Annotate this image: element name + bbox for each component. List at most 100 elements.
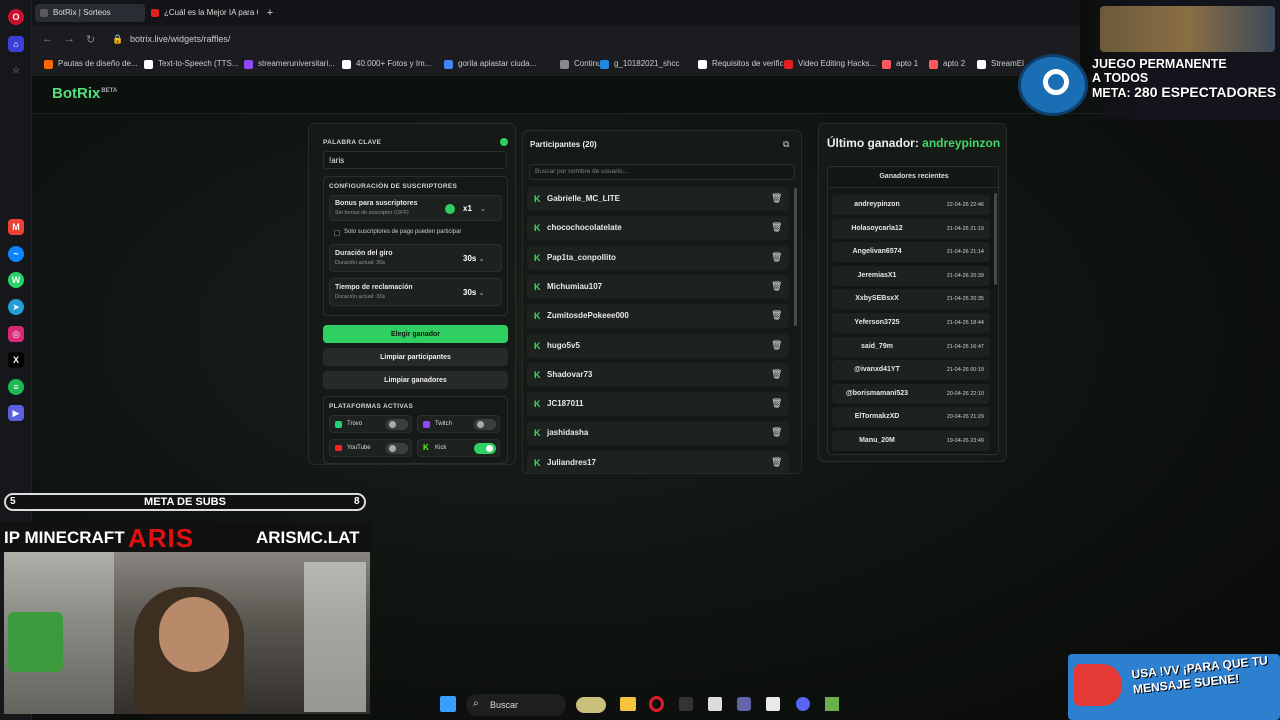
taskbar-search[interactable]: ⌕ Buscar — [466, 694, 566, 716]
bookmark-favicon-icon — [784, 60, 793, 69]
folder-icon[interactable] — [620, 697, 636, 711]
widget-icon[interactable] — [576, 697, 606, 713]
star-icon[interactable]: ☆ — [8, 62, 24, 78]
trash-icon[interactable]: 🗑 — [771, 428, 782, 437]
trash-icon[interactable]: 🗑 — [771, 252, 782, 262]
trash-icon[interactable]: 🗑 — [771, 369, 782, 379]
participant-name: Gabrielle_MC_LITE — [547, 194, 620, 203]
x-icon[interactable]: X — [8, 352, 24, 368]
gmail-icon[interactable]: M — [8, 219, 24, 235]
discord-icon[interactable] — [796, 697, 810, 711]
platform-kick: K Kick — [417, 439, 500, 457]
teams-icon[interactable] — [737, 697, 751, 711]
bookmark-item[interactable]: Text-to-Speech (TTS... — [144, 59, 238, 71]
recent-winners-box: Ganadores recientes andreypinzon 22-04-26… — [827, 166, 1000, 455]
bookmark-item[interactable]: g_10182021_shcc — [600, 59, 679, 71]
ip-banner: IP MINECRAFT ARIS ARISMC.LAT — [0, 522, 372, 553]
bookmark-favicon-icon — [929, 60, 938, 69]
chevron-down-icon: ⌄ — [478, 256, 485, 263]
platform-name: Kick — [435, 445, 447, 451]
claim-select[interactable]: 30s ⌄ — [463, 288, 484, 297]
app-icon[interactable] — [708, 697, 722, 711]
bookmark-favicon-icon — [144, 60, 153, 69]
recent-winner-row: @ivanxd41YT 21-04-26 00:19 — [832, 360, 990, 381]
bookmark-item[interactable]: gorila aplastar ciuda... — [444, 59, 536, 71]
keyword-input[interactable]: !aris — [323, 151, 507, 169]
scrollbar[interactable] — [994, 193, 997, 285]
window-light — [304, 562, 366, 712]
tab-botrix[interactable]: BotRix | Sorteos — [35, 4, 145, 22]
telegram-icon[interactable]: ➤ — [8, 299, 24, 315]
recent-winners-list: andreypinzon 22-04-26 22:46 Holasoycarla12… — [828, 189, 1000, 453]
clear-winners-button[interactable]: Limpiar ganadores — [323, 371, 508, 389]
trash-icon[interactable]: 🗑 — [771, 340, 782, 350]
home-icon[interactable]: ⌂ — [8, 36, 24, 52]
winner-name: XxbySEBsxX — [855, 295, 899, 303]
messenger-icon[interactable]: ~ — [8, 246, 24, 262]
paid-only-label: Solo suscriptores de pago pueden partici… — [344, 229, 462, 235]
youtube-toggle[interactable] — [386, 443, 408, 454]
bookmark-item[interactable]: streameruniversitari... — [244, 59, 335, 71]
windows-start-icon[interactable] — [440, 696, 456, 712]
instagram-icon[interactable]: ◎ — [8, 326, 24, 342]
url-input[interactable]: botrix.live/widgets/raffles/ — [130, 34, 230, 44]
store-icon[interactable] — [766, 697, 780, 711]
recent-winner-row: Manu_20M 19-04-26 23:49 — [832, 431, 990, 451]
megaphone-icon — [1074, 664, 1122, 706]
bookmark-item[interactable]: Video Editing Hacks... — [784, 59, 876, 71]
player-icon[interactable]: ▶ — [8, 405, 24, 421]
pick-winner-button[interactable]: Elegir ganador — [323, 325, 508, 343]
clear-participants-button[interactable]: Limpiar participantes — [323, 348, 508, 366]
bonus-info-icon[interactable] — [445, 204, 455, 214]
trovo-toggle[interactable] — [386, 419, 408, 430]
steam-icon — [1018, 54, 1088, 116]
kick-icon: K — [534, 428, 541, 439]
trash-icon[interactable]: 🗑 — [771, 281, 782, 291]
reload-icon[interactable]: ↻ — [86, 33, 95, 46]
spin-select[interactable]: 30s ⌄ — [463, 254, 484, 263]
bookmark-item[interactable]: Requisitos de verific... — [698, 59, 790, 71]
winner-date: 20-04-26 21:29 — [946, 414, 984, 421]
kick-icon: K — [534, 223, 541, 234]
bookmark-item[interactable]: apto 1 — [882, 59, 918, 71]
bookmark-item[interactable]: apto 2 — [929, 59, 965, 71]
winner-name: @ivanxd41YT — [854, 366, 900, 374]
app-icon[interactable] — [679, 697, 693, 711]
bookmark-item[interactable]: 40.000+ Fotos y Im... — [342, 59, 431, 71]
participant-search-input[interactable]: Buscar por nombre de usuario... — [529, 164, 795, 180]
spotify-icon[interactable]: ≡ — [8, 379, 24, 395]
trash-icon[interactable]: 🗑 — [771, 223, 782, 232]
whatsapp-icon[interactable]: W — [8, 272, 24, 288]
subs-config-label: CONFIGURACIÓN DE SUSCRIPTORES — [329, 183, 458, 190]
kick-toggle[interactable] — [474, 443, 496, 454]
trash-icon[interactable]: 🗑 — [771, 311, 782, 320]
copy-icon[interactable]: ⧉ — [783, 139, 789, 150]
bonus-select[interactable]: x1 ⌄ — [463, 204, 486, 213]
bookmarks-bar: Pautas de diseño de... Text-to-Speech (TT… — [32, 54, 1080, 76]
participants-title: Participantes (20) — [530, 140, 597, 149]
info-icon[interactable] — [500, 138, 508, 146]
steam-overlay: JUEGO PERMANENTE A TODOS META: 280 ESPEC… — [1018, 0, 1280, 120]
winner-name: andreypinzon — [854, 201, 900, 208]
search-placeholder: Buscar por nombre de usuario... — [535, 168, 628, 175]
twitch-toggle[interactable] — [474, 419, 496, 430]
new-tab-button[interactable]: + — [262, 4, 278, 22]
recent-winner-row: andreypinzon 22-04-26 22:46 — [832, 195, 990, 215]
trash-icon[interactable]: 🗑 — [771, 399, 782, 408]
opera-logo-icon[interactable]: O — [8, 9, 24, 25]
bookmark-item[interactable]: Pautas de diseño de... — [44, 59, 138, 71]
bookmark-item[interactable]: StreamEl — [977, 59, 1024, 71]
recent-winner-row: @borismamani523 20-04-26 22:10 — [832, 383, 990, 404]
minecraft-icon[interactable] — [825, 697, 839, 711]
trash-icon[interactable]: 🗑 — [771, 194, 782, 203]
tab-label: BotRix | Sorteos — [53, 8, 111, 17]
forward-icon[interactable]: → — [64, 33, 75, 45]
trash-icon[interactable]: 🗑 — [771, 457, 782, 467]
botrix-logo[interactable]: BotRixBETA — [52, 85, 117, 102]
bonus-title: Bonus para suscriptores — [335, 200, 418, 207]
tab-ia[interactable]: ¿Cuál es la Mejor IA para C — [146, 4, 258, 22]
scrollbar[interactable] — [794, 188, 797, 326]
back-icon[interactable]: ← — [42, 33, 53, 45]
paid-only-checkbox[interactable] — [334, 230, 340, 236]
opera-gx-icon[interactable] — [649, 696, 664, 712]
